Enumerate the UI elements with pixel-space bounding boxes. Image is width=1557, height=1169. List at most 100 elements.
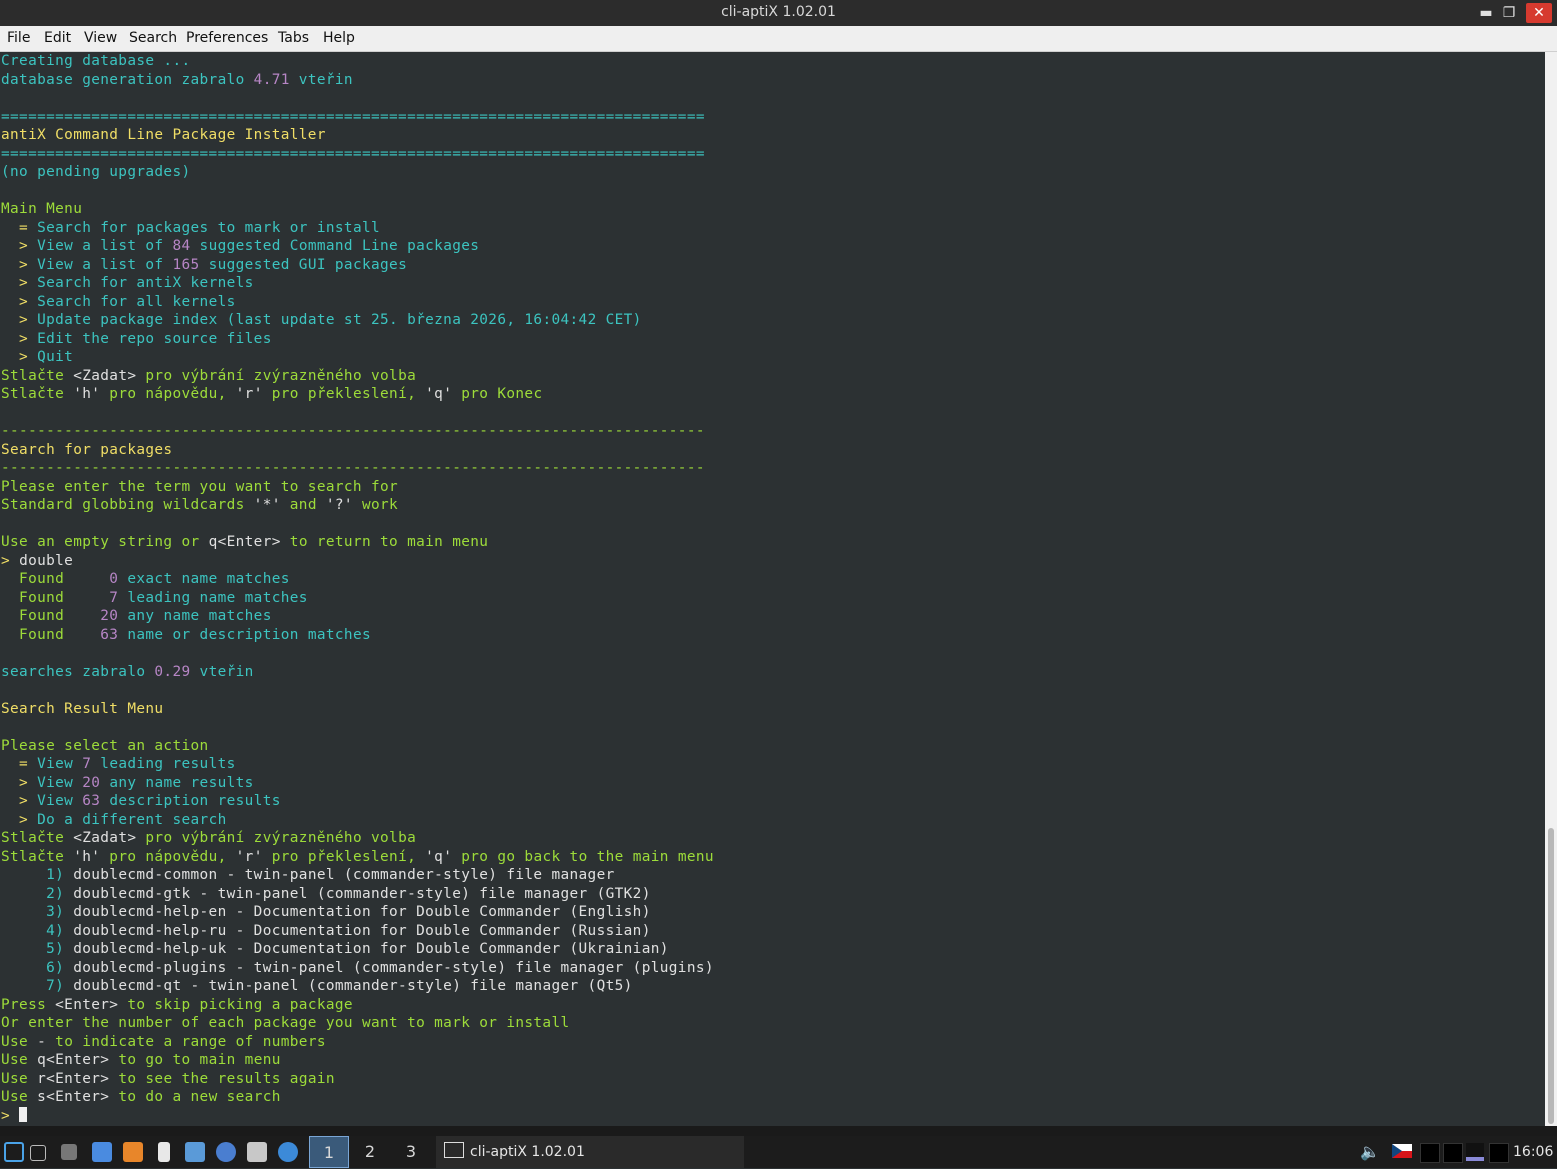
keyboard-layout-flag-icon[interactable] (1392, 1144, 1412, 1158)
terminal-line: > Update package index (last update st 2… (1, 311, 642, 330)
tray-icon-1[interactable] (1420, 1143, 1440, 1163)
terminal-text: 4.71 (253, 71, 290, 88)
terminal-text: 6) (1, 959, 65, 976)
terminal-text: 7) (1, 978, 65, 994)
volume-icon[interactable]: 🔈 (1360, 1142, 1380, 1161)
tray-icon-2[interactable] (1443, 1143, 1463, 1163)
terminal-text: to skip picking a package (118, 996, 353, 1013)
terminal-line: Stlačte 'h' pro nápovědu, 'r' pro překle… (1, 385, 542, 404)
workspace-3[interactable]: 3 (391, 1136, 431, 1168)
terminal-text: = (1, 756, 38, 772)
terminal-line: 6) doublecmd-plugins - twin-panel (comma… (1, 959, 714, 978)
terminal-line: ========================================… (1, 145, 705, 164)
terminal-text: to see the results again (109, 1070, 335, 1087)
terminal-text: <Zadat> (73, 830, 137, 846)
terminal-text: > (1, 349, 38, 365)
terminal-text: q<Enter> (37, 1052, 110, 1068)
terminal-text: description results (100, 793, 281, 809)
terminal-text: suggested GUI packages (199, 256, 408, 273)
desktop-icon[interactable] (61, 1144, 77, 1160)
terminal-text: View (37, 793, 83, 809)
menu-edit[interactable]: Edit (44, 30, 71, 46)
terminal-line: > Search for antiX kernels (1, 274, 254, 293)
menu-view[interactable]: View (84, 30, 117, 46)
terminal-cursor[interactable] (19, 1106, 28, 1122)
package-icon[interactable] (247, 1142, 267, 1162)
terminal-line: > (1, 1106, 28, 1126)
terminal-output[interactable]: Creating database ... database generation… (0, 52, 1545, 1126)
terminal-text: = (1, 219, 38, 236)
terminal-text: 63 (82, 793, 101, 809)
menu-search[interactable]: Search (129, 30, 177, 46)
terminal-line: > View 63 description results (1, 792, 281, 811)
terminal-text: Use (1, 1089, 38, 1105)
scrollbar-thumb[interactable] (1548, 828, 1554, 1124)
mail-icon[interactable] (92, 1142, 112, 1162)
terminal-text: Found (1, 571, 110, 587)
terminal-text: Quit (37, 349, 74, 365)
app-menu-icon[interactable] (4, 1142, 24, 1162)
terminal-scrollbar[interactable] (1545, 52, 1557, 1126)
terminal-text: doublecmd-plugins - twin-panel (commande… (64, 959, 714, 976)
clock: 16:06 (1513, 1144, 1554, 1160)
folder-icon[interactable] (185, 1142, 205, 1162)
menu-preferences[interactable]: Preferences (186, 30, 268, 46)
terminal-text: to return to main menu (280, 534, 489, 550)
terminal-text: View a list of (37, 238, 173, 254)
taskbar-task-cli-aptix[interactable]: cli-aptiX 1.02.01 (436, 1136, 744, 1168)
close-icon[interactable]: ✕ (1526, 3, 1552, 23)
terminal-text: 84 (172, 238, 191, 254)
workspace-1[interactable]: 1 (309, 1136, 349, 1168)
terminal-text: name or description matches (118, 626, 371, 643)
terminal-text: Creating database ... (1, 53, 191, 69)
terminal-text: 'h' (73, 386, 101, 402)
terminal-line: = Search for packages to mark or install (1, 219, 380, 238)
terminal-text: pro nápovědu, (100, 848, 236, 865)
terminal-text: 'h' (73, 848, 101, 865)
terminal-text: Main Menu (1, 201, 83, 217)
terminal-text: pro go back to the main menu (452, 848, 714, 865)
terminal-line: ----------------------------------------… (1, 459, 705, 478)
terminal-text: > (1, 293, 38, 310)
terminal-text: 5) (1, 941, 65, 957)
trash-icon[interactable] (158, 1142, 170, 1162)
terminal-text: > (1, 330, 38, 347)
terminal-text: ----------------------------------------… (1, 423, 705, 439)
window-title: cli-aptiX 1.02.01 (721, 4, 836, 20)
terminal-line: Use q<Enter> to go to main menu (1, 1051, 281, 1070)
terminal-text: Press (1, 996, 56, 1013)
browser-icon[interactable] (216, 1142, 236, 1162)
terminal-text: Stlačte (1, 386, 74, 402)
terminal-text: leading name matches (118, 589, 308, 606)
terminal-text: 165 (172, 256, 200, 273)
terminal-text: vteřin (190, 663, 254, 680)
menu-file[interactable]: File (7, 30, 30, 46)
terminal-text: r<Enter> (37, 1070, 110, 1087)
tray-icon-3[interactable] (1466, 1143, 1484, 1161)
terminal-line: > Search for all kernels (1, 293, 236, 312)
terminal-text: Please enter the term you want to search… (1, 478, 399, 495)
terminal-text: 4) (1, 922, 65, 939)
terminal-line: Use an empty string or q<Enter> to retur… (1, 533, 488, 552)
terminal-text: 3) (1, 904, 65, 920)
terminal-line: Use r<Enter> to see the results again (1, 1070, 335, 1089)
minimize-icon[interactable]: ▬ (1476, 3, 1496, 23)
menu-help[interactable]: Help (323, 30, 355, 46)
window-list-icon[interactable] (30, 1145, 46, 1161)
terminal-text: pro výbrání zvýrazněného volba (136, 830, 417, 846)
maximize-icon[interactable]: ❐ (1499, 3, 1519, 23)
menu-tabs[interactable]: Tabs (278, 30, 309, 46)
sync-icon[interactable] (278, 1142, 298, 1162)
terminal-line: Creating database ... (1, 52, 191, 71)
terminal-text: View a list of (37, 256, 173, 273)
terminal-text: > (1, 238, 38, 254)
terminal-text: Found (1, 608, 101, 624)
terminal-text: 0.29 (154, 663, 191, 680)
tray-icon-4[interactable] (1489, 1143, 1509, 1163)
terminal-line: (no pending upgrades) (1, 163, 191, 182)
terminal-text: View (37, 756, 83, 772)
terminal-text: > (1, 312, 38, 328)
workspace-2[interactable]: 2 (350, 1136, 390, 1168)
refresh-icon[interactable] (123, 1142, 143, 1162)
terminal-line: 5) doublecmd-help-uk - Documentation for… (1, 940, 669, 959)
